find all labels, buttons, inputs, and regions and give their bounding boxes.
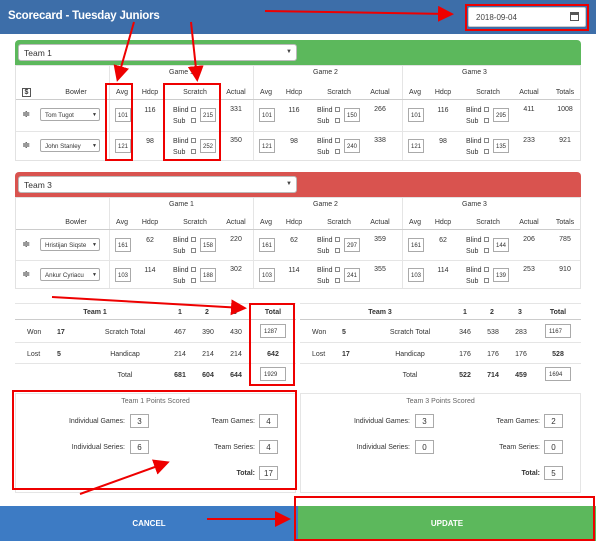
arrow-scratch — [187, 21, 204, 82]
arrow-points — [79, 459, 170, 495]
arrow-avg — [113, 21, 135, 82]
arrow-date — [264, 5, 454, 22]
arrow-total — [51, 296, 247, 316]
annotation-arrows — [51, 5, 454, 527]
